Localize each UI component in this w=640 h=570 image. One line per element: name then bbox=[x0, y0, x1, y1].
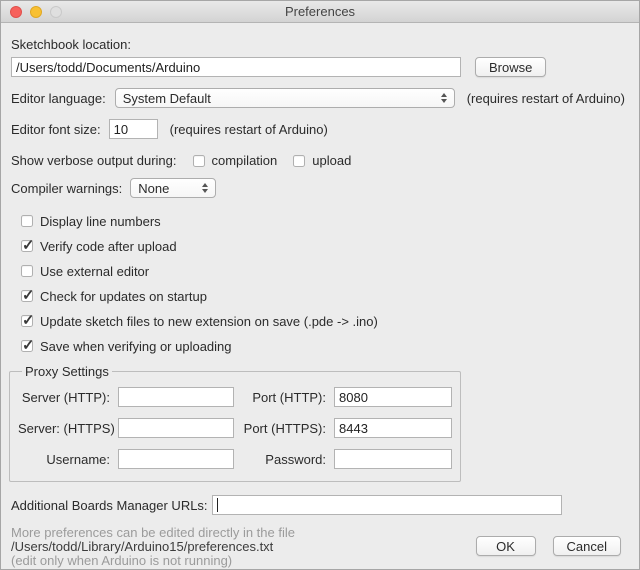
dropdown-arrows-icon bbox=[202, 183, 208, 193]
compiler-warnings-label: Compiler warnings: bbox=[11, 181, 122, 196]
browse-button[interactable]: Browse bbox=[475, 57, 546, 77]
server-http-label: Server (HTTP): bbox=[18, 390, 110, 405]
editor-language-value: System Default bbox=[123, 91, 435, 106]
title-bar[interactable]: Preferences bbox=[1, 1, 639, 23]
editor-font-size-input[interactable] bbox=[109, 119, 158, 139]
port-http-input[interactable] bbox=[334, 387, 452, 407]
text-cursor bbox=[217, 498, 218, 512]
verbose-upload-option[interactable]: upload bbox=[293, 153, 351, 168]
boards-manager-urls-input[interactable] bbox=[212, 495, 562, 515]
check-for-updates-label: Check for updates on startup bbox=[40, 289, 207, 304]
proxy-settings-grid: Server (HTTP): Port (HTTP): Server: (HTT… bbox=[18, 387, 452, 469]
editor-language-note: (requires restart of Arduino) bbox=[467, 91, 625, 106]
use-external-editor-checkbox[interactable] bbox=[21, 265, 33, 277]
update-sketch-files-checkbox[interactable] bbox=[21, 315, 33, 327]
editor-font-size-label: Editor font size: bbox=[11, 122, 101, 137]
verify-code-after-upload-label: Verify code after upload bbox=[40, 239, 177, 254]
port-http-label: Port (HTTP): bbox=[242, 390, 326, 405]
check-for-updates-option[interactable]: Check for updates on startup bbox=[21, 288, 629, 304]
use-external-editor-option[interactable]: Use external editor bbox=[21, 263, 629, 279]
update-sketch-files-option[interactable]: Update sketch files to new extension on … bbox=[21, 313, 629, 329]
username-input[interactable] bbox=[118, 449, 234, 469]
display-line-numbers-checkbox[interactable] bbox=[21, 215, 33, 227]
server-https-input[interactable] bbox=[118, 418, 234, 438]
password-label: Password: bbox=[242, 452, 326, 467]
editor-language-select[interactable]: System Default bbox=[115, 88, 455, 108]
sketchbook-location-input[interactable] bbox=[11, 57, 461, 77]
server-https-label: Server: (HTTPS) bbox=[18, 421, 110, 436]
boards-manager-label: Additional Boards Manager URLs: bbox=[11, 498, 208, 513]
update-sketch-files-label: Update sketch files to new extension on … bbox=[40, 314, 378, 329]
dropdown-arrows-icon bbox=[441, 93, 447, 103]
cancel-button[interactable]: Cancel bbox=[553, 536, 621, 556]
boards-manager-row: Additional Boards Manager URLs: bbox=[11, 495, 629, 515]
dialog-actions: OK Cancel bbox=[476, 536, 621, 556]
editor-language-label: Editor language: bbox=[11, 91, 106, 106]
use-external-editor-label: Use external editor bbox=[40, 264, 149, 279]
display-line-numbers-option[interactable]: Display line numbers bbox=[21, 213, 629, 229]
save-when-verifying-checkbox[interactable] bbox=[21, 340, 33, 352]
sketchbook-location-label: Sketchbook location: bbox=[11, 37, 629, 52]
preferences-dialog: Preferences Sketchbook location: Browse … bbox=[0, 0, 640, 570]
verify-code-after-upload-checkbox[interactable] bbox=[21, 240, 33, 252]
ok-button[interactable]: OK bbox=[476, 536, 536, 556]
compilation-checkbox-label: compilation bbox=[212, 153, 278, 168]
compiler-warnings-value: None bbox=[138, 181, 196, 196]
save-when-verifying-label: Save when verifying or uploading bbox=[40, 339, 232, 354]
upload-checkbox[interactable] bbox=[293, 155, 305, 167]
window-title: Preferences bbox=[285, 4, 355, 19]
compiler-warnings-row: Compiler warnings: None bbox=[11, 178, 629, 198]
sketchbook-row: Browse bbox=[11, 57, 629, 77]
save-when-verifying-option[interactable]: Save when verifying or uploading bbox=[21, 338, 629, 354]
verbose-output-label: Show verbose output during: bbox=[11, 153, 177, 168]
server-http-input[interactable] bbox=[118, 387, 234, 407]
traffic-lights bbox=[10, 6, 62, 18]
port-https-label: Port (HTTPS): bbox=[242, 421, 326, 436]
editor-language-row: Editor language: System Default (require… bbox=[11, 88, 629, 108]
footer-line3: (edit only when Arduino is not running) bbox=[11, 554, 629, 568]
upload-checkbox-label: upload bbox=[312, 153, 351, 168]
username-label: Username: bbox=[18, 452, 110, 467]
zoom-button-icon bbox=[50, 6, 62, 18]
display-line-numbers-label: Display line numbers bbox=[40, 214, 161, 229]
proxy-settings-legend: Proxy Settings bbox=[22, 364, 112, 379]
editor-font-size-note: (requires restart of Arduino) bbox=[170, 122, 328, 137]
options-checkbox-list: Display line numbers Verify code after u… bbox=[11, 213, 629, 354]
password-input[interactable] bbox=[334, 449, 452, 469]
verbose-compilation-option[interactable]: compilation bbox=[193, 153, 278, 168]
minimize-button-icon[interactable] bbox=[30, 6, 42, 18]
check-for-updates-checkbox[interactable] bbox=[21, 290, 33, 302]
compiler-warnings-select[interactable]: None bbox=[130, 178, 216, 198]
port-https-input[interactable] bbox=[334, 418, 452, 438]
verbose-output-row: Show verbose output during: compilation … bbox=[11, 153, 629, 168]
compilation-checkbox[interactable] bbox=[193, 155, 205, 167]
verify-code-after-upload-option[interactable]: Verify code after upload bbox=[21, 238, 629, 254]
proxy-settings-group: Proxy Settings Server (HTTP): Port (HTTP… bbox=[9, 364, 461, 482]
close-button-icon[interactable] bbox=[10, 6, 22, 18]
editor-font-size-row: Editor font size: (requires restart of A… bbox=[11, 119, 629, 139]
dialog-content: Sketchbook location: Browse Editor langu… bbox=[1, 37, 639, 568]
